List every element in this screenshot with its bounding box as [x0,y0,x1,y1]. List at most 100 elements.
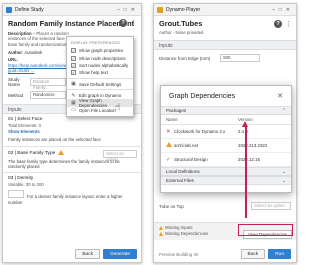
chevron-down-icon: ⌄ [281,169,286,175]
checkbox-icon: ✓ [71,62,76,68]
warning-icon [166,142,174,149]
right-footer: Preview Building Int Back Run [154,249,296,259]
local-definitions-header[interactable]: Local Definitions ⌄ [161,167,291,176]
warning-icon [58,149,65,155]
column-name: Name [166,117,178,122]
graph-author: Author - None provided [159,30,204,35]
menu-item-label: Show graph properties [79,48,124,54]
menu-item-save-defaults[interactable]: ▣ Save Default Settings [67,81,133,88]
define-study-titlebar: Define Study –□✕ [3,4,141,16]
base-family-select[interactable]: Select an option [103,149,137,162]
annotation-arrow [242,121,248,218]
url-label: URL [8,57,17,63]
warning-icon [159,225,163,230]
distance-row: Distance from Edge (mm) 500 [154,50,296,66]
dynamo-player-titlebar: Dynamo Player –□✕ [154,4,296,16]
more-options-icon[interactable]: ⋮ [130,19,137,27]
author-value: Autodesk [24,50,43,56]
mouse-pointer-icon: ☝ [115,102,121,112]
window-controls[interactable]: –□✕ [272,4,294,16]
show-elements-link[interactable]: Show Elements [8,129,136,134]
package-version: 2022.213.2322 [238,143,268,148]
select-face-section: 01 | Select Face Total Elements: 0 Show … [3,114,141,147]
chevron-down-icon: ⌄ [281,178,286,184]
help-icon[interactable]: ? [274,20,282,28]
menu-item-show-help-text[interactable]: ✓ Show help text [67,69,133,76]
study-name-label: Study Name [8,77,21,88]
left-footer: Back Generate [75,249,137,259]
more-options-icon[interactable]: ⋮ [285,20,292,28]
menu-divider [67,78,133,80]
package-version: 2022.12.15 [238,157,260,162]
package-row: ✕ Clockwork for Dynamo 2.x 2.4.0 [161,125,291,139]
tube-row: Tube on Top Select an option [154,200,296,212]
checkbox-icon: ✓ [71,70,76,76]
app-icon [6,7,12,13]
density-section: 03 | Density Variable: 30 to 200 For a d… [3,173,141,208]
packages-label: Packages [166,108,187,113]
menu-item-sort-nodes[interactable]: ✓ Sort nodes alphabetically [67,62,133,69]
folder-icon: ▭ [71,107,76,114]
graph-header: Grout.Tubes Author - None provided ? ⋮ [154,16,296,40]
external-files-header[interactable]: External Files ⌄ [161,176,291,185]
package-row: ✓ Structural Design 2022.12.15 [161,153,291,167]
description-label: Description [8,31,32,36]
back-button[interactable]: Back [240,249,266,259]
menu-item-label: Show node descriptions [79,55,126,61]
close-icon[interactable]: ✕ [277,92,283,100]
packages-columns: Name Version [161,115,291,125]
distance-label: Distance from Edge (mm) [159,55,211,61]
menu-divider [67,89,133,91]
menu-item-label: Sort nodes alphabetically [79,62,129,68]
local-definitions-label: Local Definitions [166,169,200,174]
study-name-input[interactable]: Random Family... [30,78,66,90]
help-icon[interactable]: ? [119,19,127,27]
menu-header: DISPLAY PREFERENCES [71,41,121,45]
app-icon [157,7,163,13]
error-icon: ✕ [166,128,171,135]
select-face-count: Total Elements: 0 [8,123,41,129]
density-help: For a denser family instance layout, ent… [8,190,136,205]
back-button[interactable]: Back [75,249,100,259]
dialog-title: Graph Dependencies [169,93,236,100]
study-title: Random Family Instance Placement [8,19,135,28]
generate-button[interactable]: Generate [102,249,137,259]
graph-dependencies-dialog: Graph Dependencies ✕ Packages ⌃ Name Ver… [160,85,292,193]
edit-icon: ✎ [71,92,76,99]
menu-item-show-graph-properties[interactable]: ✓ Show graph properties [67,47,133,54]
chevron-up-icon: ⌃ [281,108,286,114]
menu-item-show-node-descriptions[interactable]: ✓ Show node descriptions [67,54,133,61]
window-title: Dynamo Player [166,7,201,13]
inputs-header: Inputs [154,40,296,50]
warning-text: Missing Inputs [165,225,193,230]
distance-input[interactable]: 500 [220,54,261,62]
footer-buttons: Back Run [240,249,291,259]
method-label: Method [8,92,24,98]
select-face-help: Family instances are placed on the selec… [8,137,101,143]
check-icon: ✓ [166,156,171,163]
method-select[interactable]: Randomize [30,91,66,100]
tube-label: Tube on Top [159,203,184,209]
run-button[interactable]: Run [268,249,291,259]
package-row: archi-lab.net 2022.213.2322 [161,139,291,153]
density-input[interactable] [8,190,24,199]
warning-icon [159,231,163,236]
density-range: Variable: 30 to 200 [8,182,44,188]
package-name: Structural Design [174,157,208,162]
base-family-section: 02 | Base Family Type Select an option T… [3,147,141,174]
menu-item-label: Save Default Settings [79,81,122,87]
checkbox-icon: ✓ [71,48,76,54]
window-title: Define Study [15,7,44,13]
base-family-title-text: 02 | Base Family Type [8,150,56,156]
menu-item-label: Show help text [79,70,108,76]
annotation-highlight [238,224,293,236]
package-name: archi-lab.net [174,143,199,148]
density-help-text: For a denser family instance layout, ent… [8,194,123,205]
window-controls[interactable]: –□✕ [117,4,139,16]
packages-header[interactable]: Packages ⌃ [161,106,291,115]
options-menu: DISPLAY PREFERENCES ✓ Show graph properti… [66,36,134,118]
tube-select[interactable]: Select an option [251,202,291,210]
menu-item-view-dependencies[interactable]: ▦ View Graph Dependencies [67,98,133,109]
density-title: 03 | Density [8,176,34,182]
menu-item-label: View Graph Dependencies [78,98,107,109]
